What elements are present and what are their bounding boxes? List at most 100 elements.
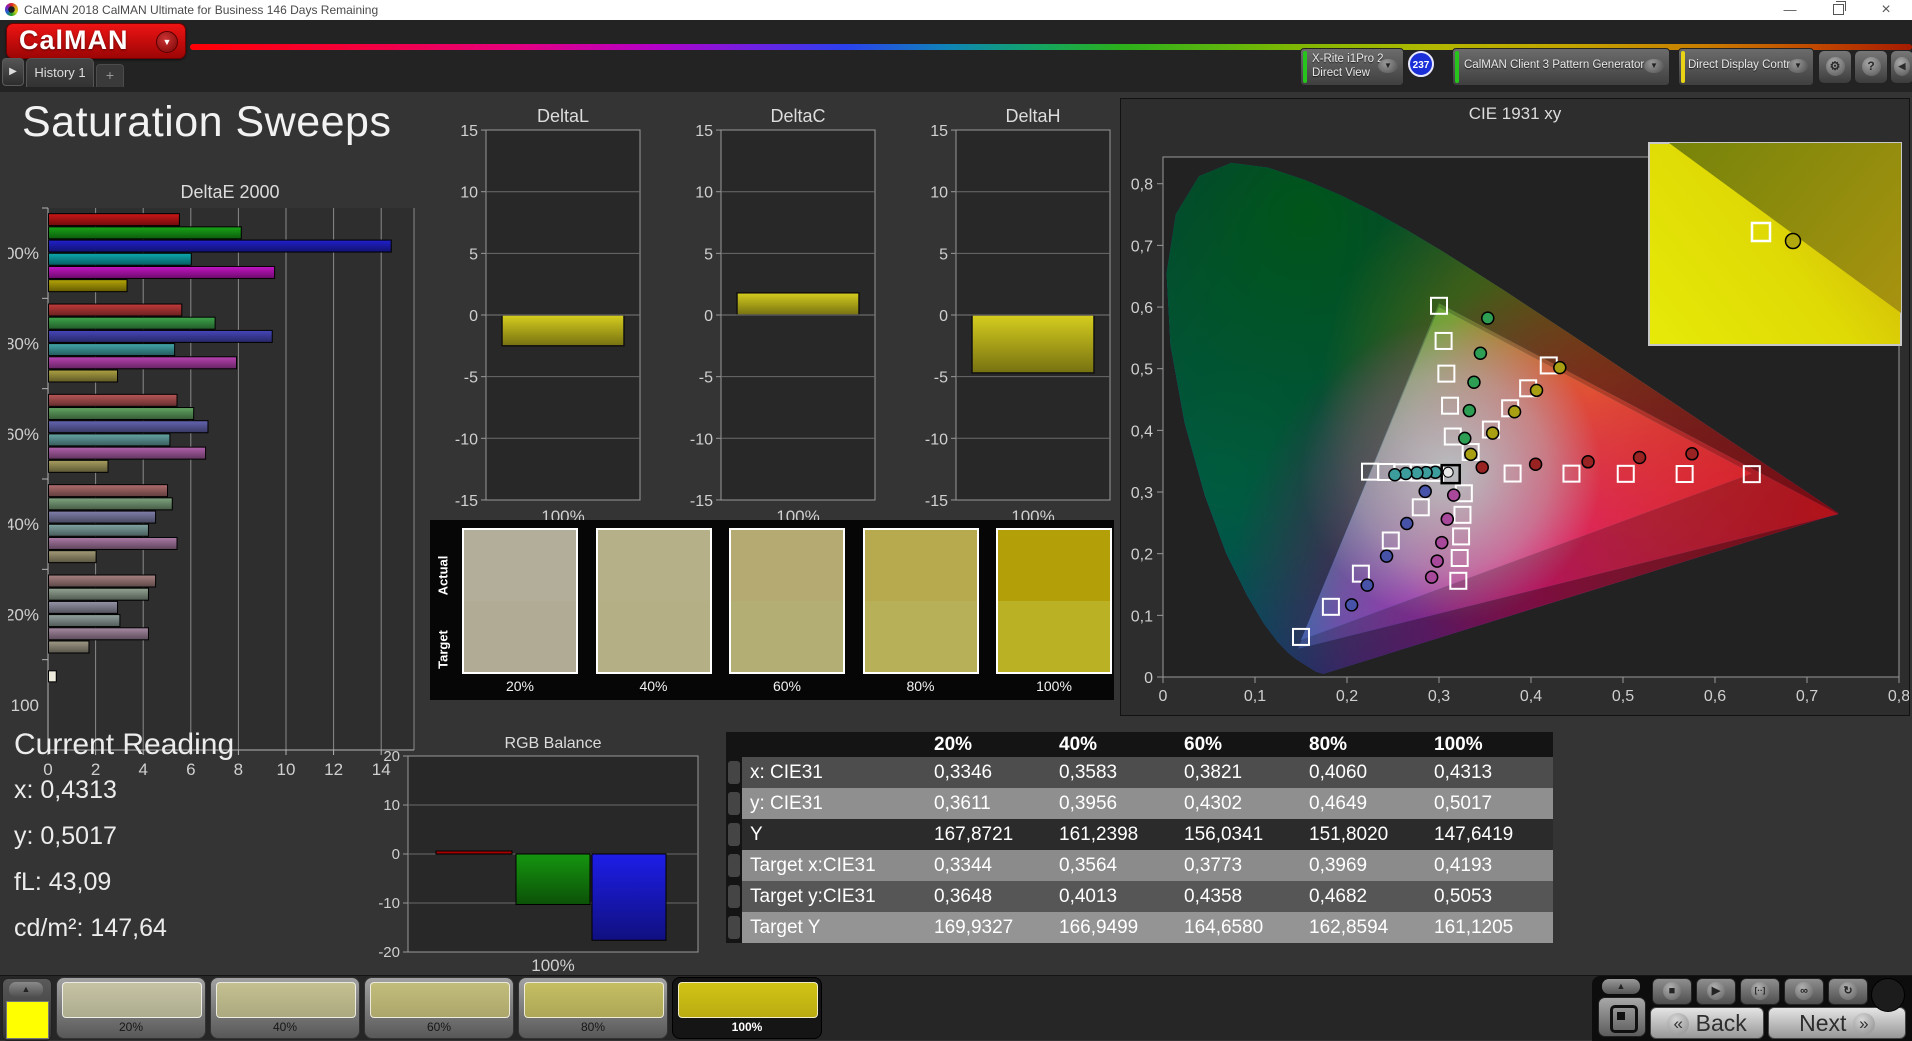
pattern-corner-tile[interactable]: ▲ — [2, 978, 52, 1041]
swatch-label: 20% — [505, 678, 535, 694]
measured-blue — [1379, 549, 1394, 563]
measured-red — [1528, 457, 1543, 472]
deltae-bar-green — [48, 587, 149, 601]
row-label: Y — [742, 819, 928, 850]
swatch-column-60% — [729, 528, 845, 674]
single-measure-button[interactable]: [··] — [1740, 978, 1780, 1005]
svg-text:-10: -10 — [455, 431, 478, 448]
table-header: 60% — [1178, 732, 1303, 757]
measured-green — [1467, 375, 1481, 390]
expand-up-icon[interactable]: ▲ — [1602, 979, 1640, 994]
swatch-column-40% — [595, 528, 712, 674]
table-cell: 156,0341 — [1178, 819, 1303, 850]
calman-logo: CalMAN — [19, 25, 129, 55]
pattern-button-40%[interactable]: 40% — [210, 977, 360, 1039]
meter-reading-badge[interactable]: 237 — [1408, 51, 1434, 77]
target-swatch — [998, 601, 1110, 672]
svg-text:100%: 100% — [531, 956, 574, 975]
pattern-swatch — [216, 982, 356, 1018]
stop-icon: ■ — [1663, 982, 1681, 1000]
restore-button[interactable] — [1816, 0, 1860, 20]
measured-red — [1581, 455, 1595, 469]
pattern-button-20%[interactable]: 20% — [56, 977, 206, 1039]
play-icon: ▶ — [1707, 982, 1725, 1000]
target-row-label: Target — [435, 630, 451, 669]
chevron-down-icon: ▼ — [1644, 59, 1664, 73]
table-row: Target y:CIE31 0,3648 0,4013 0,4358 0,4682 0,… — [726, 881, 1553, 912]
pattern-button-60%[interactable]: 60% — [364, 977, 514, 1039]
measured-magenta — [1446, 488, 1461, 502]
meter-dropdown[interactable]: X-Rite i1Pro 2 Direct View ▼ — [1300, 48, 1404, 86]
measured-white — [1442, 466, 1454, 478]
collapse-panel-button[interactable]: ◀ — [1890, 50, 1912, 84]
svg-text:0,3: 0,3 — [1428, 688, 1450, 705]
sync-icon: ↻ — [1839, 982, 1857, 1000]
deltae-bar-blue — [48, 510, 157, 524]
pattern-generator-status-led — [1455, 51, 1459, 83]
deltae-bar-yellow — [48, 550, 97, 564]
settings-button[interactable]: ⚙ — [1818, 50, 1852, 84]
deltae-bar-magenta — [48, 446, 207, 460]
deltae-bar-yellow — [48, 369, 119, 383]
svg-text:0,6: 0,6 — [1131, 300, 1153, 317]
measured-green — [1462, 403, 1477, 418]
stop-button[interactable]: ■ — [1652, 978, 1692, 1005]
measured-magenta — [1440, 512, 1455, 526]
stop-measure-button[interactable] — [1598, 997, 1646, 1037]
table-cell: 162,8594 — [1303, 912, 1428, 943]
row-label: Target y:CIE31 — [742, 881, 928, 912]
expand-up-icon[interactable]: ▲ — [9, 982, 43, 997]
sync-button[interactable]: ↻ — [1828, 978, 1868, 1005]
display-control-dropdown[interactable]: Direct Display Control ▼ — [1678, 48, 1814, 86]
measured-yellow — [1529, 383, 1544, 398]
continuous-measure-button[interactable]: ∞ — [1784, 978, 1824, 1005]
calman-menu-button[interactable]: CalMAN ▼ — [6, 23, 186, 59]
deltae-bar-cyan — [48, 523, 149, 537]
deltal-bar — [501, 314, 625, 347]
row-label: x: CIE31 — [742, 757, 928, 788]
measured-magenta — [1424, 570, 1439, 584]
target-swatch — [464, 601, 576, 672]
swatch-column-100% — [996, 528, 1112, 674]
svg-text:0: 0 — [704, 308, 713, 325]
back-button[interactable]: « Back — [1650, 1007, 1764, 1039]
pattern-button-100%[interactable]: 100% — [672, 977, 822, 1039]
deltae-bar-yellow — [48, 640, 90, 654]
svg-text:0: 0 — [1144, 670, 1153, 687]
deltae-bar-cyan — [48, 343, 176, 357]
swatch-label: 60% — [772, 678, 802, 694]
svg-text:0: 0 — [469, 308, 478, 325]
pattern-button-80%[interactable]: 80% — [518, 977, 668, 1039]
swatch-label: 80% — [906, 678, 935, 694]
add-tab-button[interactable]: + — [96, 64, 124, 87]
play-button[interactable]: ▶ — [1696, 978, 1736, 1005]
table-row: x: CIE31 0,3346 0,3583 0,3821 0,4060 0,4313 — [726, 757, 1553, 788]
app-icon — [5, 3, 18, 16]
deltae-bar-green — [48, 497, 173, 511]
measured-yellow — [1507, 404, 1522, 419]
table-cell: 169,9327 — [928, 912, 1053, 943]
minimize-button[interactable]: — — [1768, 0, 1812, 20]
measured-yellow — [1464, 447, 1478, 462]
cie-1931-panel: CIE 1931 xy 0 0 0,1 0,1 0,2 0,2 0,3 0,3 0,4 0,4 0,5… — [1120, 98, 1910, 716]
table-header: 80% — [1303, 732, 1428, 757]
table-cell: 0,3969 — [1303, 850, 1428, 881]
window-title: CalMAN 2018 CalMAN Ultimate for Business… — [24, 3, 379, 17]
svg-text:0,3: 0,3 — [1131, 485, 1153, 502]
svg-text:40%: 40% — [8, 515, 39, 534]
close-button[interactable]: × — [1864, 0, 1908, 20]
tab-history-1[interactable]: History 1 — [26, 58, 94, 87]
svg-text:10: 10 — [930, 185, 948, 202]
measured-green — [1473, 346, 1488, 361]
swatch-column-20% — [462, 528, 578, 674]
tab-scroll-button[interactable]: ▶ — [2, 58, 24, 86]
current-reading-block: Current Reading x: 0,4313 y: 0,5017 fL: … — [14, 728, 234, 960]
deltae-bar-red — [48, 574, 157, 588]
restore-icon — [1832, 1, 1846, 15]
help-button[interactable]: ? — [1854, 50, 1888, 84]
deltae-bar-green — [48, 226, 242, 240]
meter-status-led — [1303, 51, 1307, 83]
svg-text:DeltaH: DeltaH — [1005, 106, 1060, 126]
svg-text:0: 0 — [392, 846, 400, 863]
pattern-generator-dropdown[interactable]: CalMAN Client 3 Pattern Generator ▼ — [1452, 48, 1670, 86]
